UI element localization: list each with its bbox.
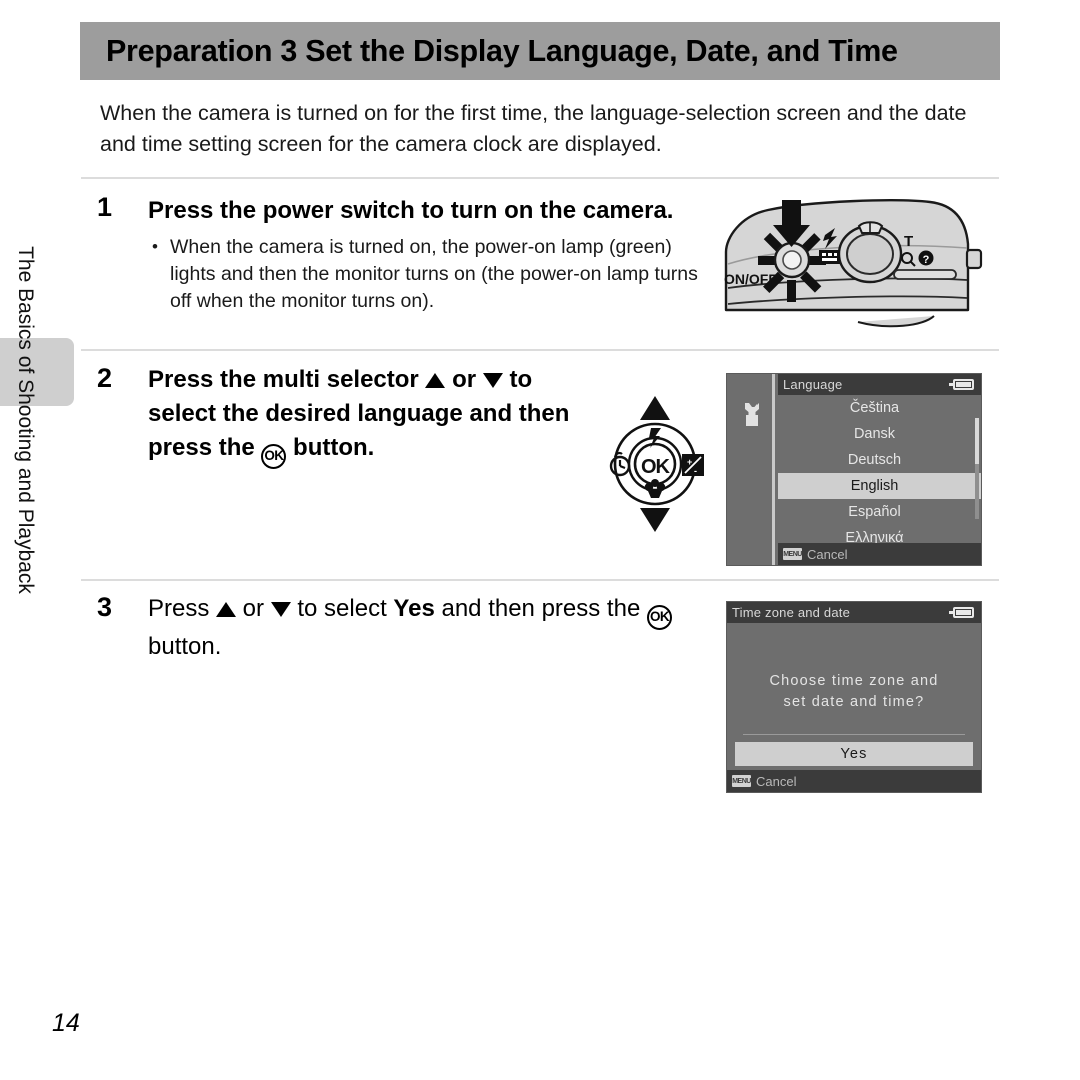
step-3-yes-label: Yes xyxy=(393,595,435,622)
page-header-band: Preparation 3 Set the Display Language, … xyxy=(80,22,1000,80)
list-item[interactable]: Deutsch xyxy=(778,447,981,473)
section-divider-1 xyxy=(81,177,999,179)
triangle-up-icon xyxy=(425,373,446,388)
triangle-down-icon xyxy=(270,602,291,617)
timezone-question: Choose time zone and set date and time? xyxy=(727,671,981,713)
list-item[interactable]: Čeština xyxy=(778,395,981,421)
section-divider-2 xyxy=(81,349,999,351)
battery-icon xyxy=(949,607,974,618)
step-2-text-4: button. xyxy=(286,434,375,461)
step-1-heading: Press the power switch to turn on the ca… xyxy=(148,197,674,224)
timezone-screen-title: Time zone and date xyxy=(732,605,851,620)
chapter-tab-label: The Basics of Shooting and Playback xyxy=(14,246,37,594)
timezone-screen-main: Time zone and date Choose time zone and … xyxy=(727,602,981,792)
cancel-label[interactable]: Cancel xyxy=(756,774,796,789)
list-item[interactable]: Dansk xyxy=(778,421,981,447)
dialog-divider xyxy=(743,734,965,735)
language-list: Čeština Dansk Deutsch English Español Ελ… xyxy=(778,395,981,546)
timezone-question-line-1: Choose time zone and xyxy=(769,673,939,689)
step-1-bullet: When the camera is turned on, the power-… xyxy=(148,233,708,315)
timezone-screen: Time zone and date Choose time zone and … xyxy=(726,601,982,793)
step-3-text-1: Press xyxy=(148,595,217,622)
menu-button-icon: MENU xyxy=(732,775,751,787)
language-screen-main: Language Čeština Dansk Deutsch English E… xyxy=(778,374,981,565)
step-1-bullet-list: When the camera is turned on, the power-… xyxy=(148,233,708,315)
onoff-label: ON/OFF xyxy=(724,271,777,287)
multi-selector-svg: OK + - xyxy=(609,396,704,532)
camera-power-switch-illustration: T ? ON/OFF xyxy=(718,192,990,340)
step-3-heading: Press or to select Yes and then press th… xyxy=(148,592,708,664)
page-title: Preparation 3 Set the Display Language, … xyxy=(106,33,898,68)
camera-illustration-svg: T ? ON/OFF xyxy=(724,199,983,328)
triangle-up-icon xyxy=(640,396,670,420)
triangle-down-icon xyxy=(482,373,503,388)
step-2-text-1: Press the multi selector xyxy=(148,366,426,393)
language-screen-titlebar: Language xyxy=(778,374,981,395)
scrollbar[interactable] xyxy=(975,418,979,519)
tele-label: T xyxy=(904,233,913,250)
step-3-body: Press or to select Yes and then press th… xyxy=(148,592,708,664)
list-item[interactable]: Español xyxy=(778,499,981,525)
scrollbar-thumb[interactable] xyxy=(975,418,979,465)
step-3-number: 3 xyxy=(97,592,113,622)
step-2-text-2: or xyxy=(445,366,483,393)
step-2-body: Press the multi selector or to select th… xyxy=(148,363,578,469)
step-3-text-2: or xyxy=(236,595,271,622)
language-screen-title: Language xyxy=(783,377,843,392)
intro-paragraph: When the camera is turned on for the fir… xyxy=(100,101,967,156)
language-screen: Language Čeština Dansk Deutsch English E… xyxy=(726,373,982,566)
timezone-question-line-2: set date and time? xyxy=(783,694,925,710)
step-2-number: 2 xyxy=(97,363,113,393)
ok-button-icon: OK xyxy=(261,444,287,469)
multi-selector-illustration: OK + - xyxy=(600,388,710,540)
manual-page: Preparation 3 Set the Display Language, … xyxy=(0,0,1080,1080)
battery-icon xyxy=(949,379,974,390)
wrench-icon xyxy=(741,402,763,428)
step-1-body: Press the power switch to turn on the ca… xyxy=(148,194,708,315)
timezone-dialog-body: Choose time zone and set date and time? … xyxy=(727,623,981,789)
section-divider-3 xyxy=(81,579,999,581)
step-3-text-4: and then press the xyxy=(434,595,647,622)
svg-text:-: - xyxy=(694,466,697,476)
svg-text:?: ? xyxy=(923,254,930,266)
timezone-screen-titlebar: Time zone and date xyxy=(727,602,981,623)
list-item-selected[interactable]: English xyxy=(778,473,981,499)
exposure-compensation-icon: + - xyxy=(682,454,704,476)
chapter-tab-block xyxy=(0,338,74,406)
playback-icon xyxy=(819,250,840,264)
chapter-tab-text-wrap: The Basics of Shooting and Playback xyxy=(0,246,74,840)
step-3-text-3: to select xyxy=(290,595,394,622)
ok-button-icon: OK xyxy=(646,605,672,630)
language-screen-sidebar xyxy=(727,374,775,565)
page-number: 14 xyxy=(52,1009,80,1037)
yes-option[interactable]: Yes xyxy=(735,742,973,766)
menu-button-icon: MENU xyxy=(783,548,802,560)
timezone-screen-footer: MENU Cancel xyxy=(727,770,981,792)
step-2-heading: Press the multi selector or to select th… xyxy=(148,363,578,469)
triangle-down-icon xyxy=(640,508,670,532)
triangle-up-icon xyxy=(216,602,237,617)
step-3-text-5: button. xyxy=(148,633,222,660)
language-screen-footer: MENU Cancel xyxy=(778,543,981,565)
ok-center-label: OK xyxy=(641,456,671,478)
cancel-label[interactable]: Cancel xyxy=(807,547,847,562)
step-1-number: 1 xyxy=(97,192,113,222)
